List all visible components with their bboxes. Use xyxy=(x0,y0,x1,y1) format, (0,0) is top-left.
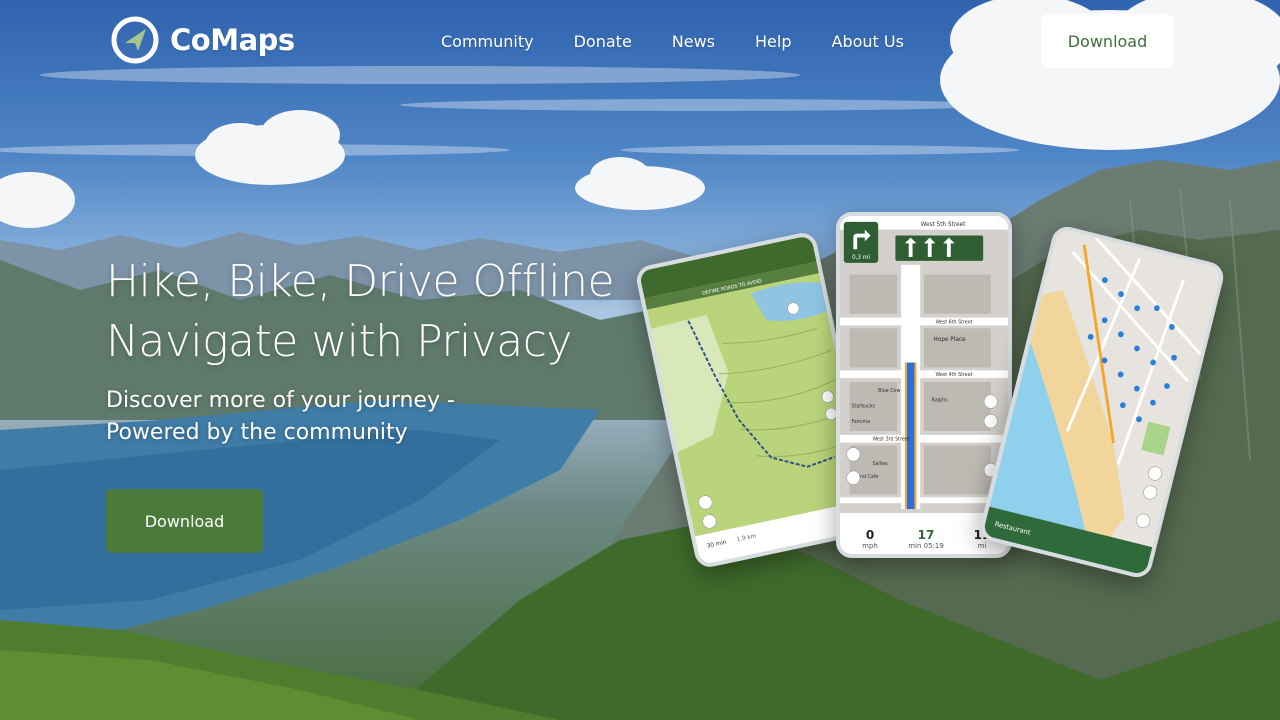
nav-place-hope-place: Hope Place xyxy=(934,337,966,343)
nav-stat-speed: 0 mph xyxy=(842,528,898,550)
nav-link-news[interactable]: News xyxy=(652,32,735,51)
hero-title-line-2: Navigate with Privacy xyxy=(106,316,572,367)
nav-stat-time-unit: min 05:19 xyxy=(908,542,944,550)
main-nav: Community Donate News Help About Us xyxy=(421,28,924,54)
nav-link-help[interactable]: Help xyxy=(735,32,811,51)
hero-title: Hike, Bike, Drive Offline Navigate with … xyxy=(106,252,666,372)
nav-top-street: West 5th Street xyxy=(921,222,966,228)
nav-place-ralphs: Ralphs xyxy=(932,398,948,404)
nav-place-sallies: Sallies xyxy=(872,461,888,467)
nav-link-community[interactable]: Community xyxy=(421,32,554,51)
nav-link-about-us[interactable]: About Us xyxy=(812,32,924,51)
nav-street-4th: West 4th Street xyxy=(935,372,972,378)
nav-street-3rd: West 3rd Street xyxy=(872,437,909,443)
nav-place-famima: Famima xyxy=(851,419,870,425)
hero-title-line-1: Hike, Bike, Drive Offline xyxy=(106,256,615,307)
navigation-map-screen: West 5th Street 0,3 mi West 6th Street W… xyxy=(840,216,1008,554)
nav-link-donate[interactable]: Donate xyxy=(554,32,652,51)
site-header: CoMaps Community Donate News Help About … xyxy=(0,0,1280,82)
nav-stat-speed-value: 0 xyxy=(865,528,875,542)
nav-turn-distance: 0,3 mi xyxy=(852,255,870,261)
navigation-arrow-icon xyxy=(111,16,159,64)
nav-stat-speed-unit: mph xyxy=(862,542,878,550)
nav-stat-time: 17 min 05:19 xyxy=(898,528,954,550)
nav-place-starbucks: Starbucks xyxy=(851,403,875,409)
hero-download-button[interactable]: Download xyxy=(106,489,263,553)
header-download-button[interactable]: Download xyxy=(1041,14,1174,68)
nav-street-6th: West 6th Street xyxy=(935,319,972,325)
hero-subtitle-line-1: Discover more of your journey - xyxy=(106,388,455,413)
hero-subtitle-line-2: Powered by the community xyxy=(106,420,408,445)
nav-stat-time-value: 17 xyxy=(917,528,935,542)
nav-place-blue-cow: Blue Cow xyxy=(878,388,900,394)
brand-name: CoMaps xyxy=(170,23,295,57)
logo-link[interactable]: CoMaps xyxy=(110,15,295,65)
hero-subtitle: Discover more of your journey - Powered … xyxy=(106,385,546,449)
